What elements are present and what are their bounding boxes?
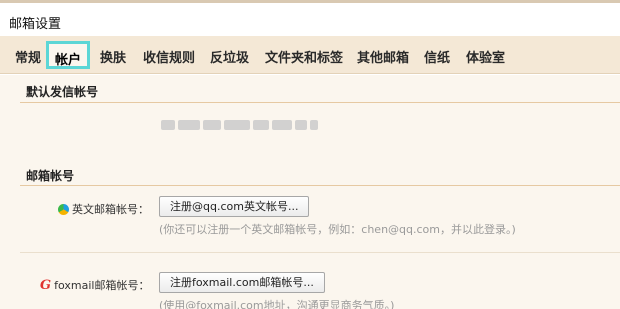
tab-account[interactable]: 帐户 <box>46 41 91 69</box>
default-sender-address <box>159 114 327 136</box>
english-account-label-text: 英文邮箱帐号： <box>72 203 149 216</box>
tab-anti-spam[interactable]: 反垃圾 <box>210 47 249 66</box>
settings-tabbar: 常规 帐户 换肤 收信规则 反垃圾 文件夹和标签 其他邮箱 信纸 体验室 <box>0 36 620 74</box>
foxmail-account-label-text: foxmail邮箱帐号： <box>54 279 150 292</box>
section-divider <box>20 102 620 103</box>
tab-other-mailbox[interactable]: 其他邮箱 <box>357 47 409 66</box>
page-title: 邮箱设置 <box>9 17 62 32</box>
foxmail-icon: G <box>40 277 52 293</box>
english-account-label: 英文邮箱帐号： <box>58 201 149 217</box>
settings-content: 默认发信帐号 邮箱帐号 英文邮箱帐号： 注册@qq.com英文帐号... (你还… <box>0 75 620 309</box>
tab-lab[interactable]: 体验室 <box>466 47 505 66</box>
tab-folders-labels[interactable]: 文件夹和标签 <box>265 47 343 66</box>
tab-general[interactable]: 常规 <box>15 47 41 66</box>
tab-receive-rules[interactable]: 收信规则 <box>143 47 195 66</box>
qq-icon <box>58 203 69 215</box>
register-english-account-button[interactable]: 注册@qq.com英文帐号... <box>159 196 310 217</box>
english-account-hint: (你还可以注册一个英文邮箱帐号，例如：chen@qq.com，并以此登录。) <box>159 223 516 236</box>
mail-accounts-title: 邮箱帐号 <box>26 169 75 183</box>
section-divider <box>20 185 620 186</box>
foxmail-account-hint: (使用@foxmail.com地址，沟通更显商务气质。) <box>159 299 395 309</box>
row-divider <box>20 252 620 253</box>
default-sender-title: 默认发信帐号 <box>26 85 99 99</box>
register-foxmail-account-button[interactable]: 注册foxmail.com邮箱帐号... <box>159 272 325 293</box>
tab-stationery[interactable]: 信纸 <box>424 47 450 66</box>
tab-skin[interactable]: 换肤 <box>100 47 126 66</box>
top-border <box>0 0 620 3</box>
foxmail-account-label: G foxmail邮箱帐号： <box>40 277 149 293</box>
